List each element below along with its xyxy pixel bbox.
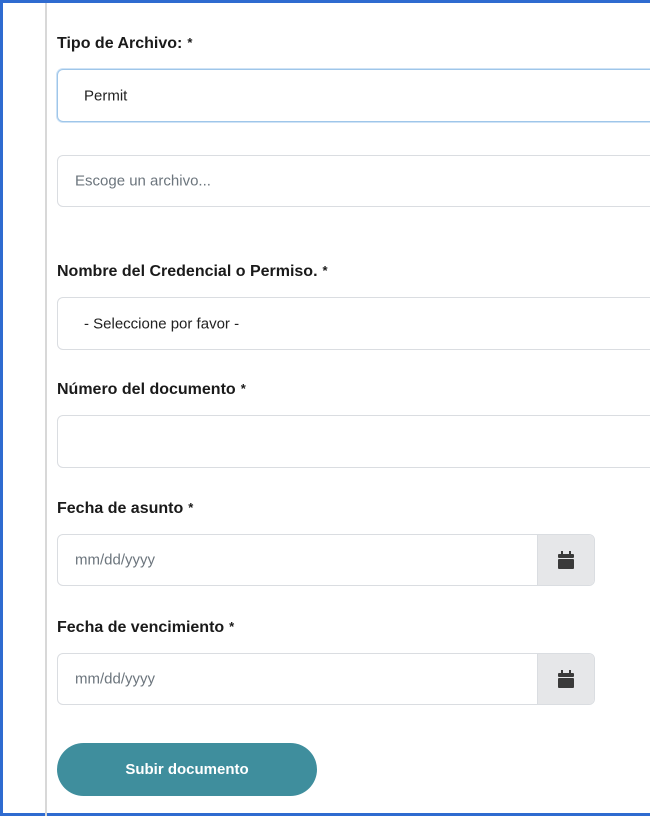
expiration-date-label: Fecha de vencimiento * (57, 619, 234, 637)
issue-date-input[interactable]: mm/dd/yyyy (58, 535, 537, 585)
calendar-icon (558, 670, 574, 688)
credential-name-label: Nombre del Credencial o Permiso. * (57, 263, 328, 281)
issue-date-placeholder: mm/dd/yyyy (75, 551, 156, 569)
required-mark: * (229, 619, 235, 634)
document-number-label-text: Número del documento (57, 381, 236, 398)
credential-name-selected: - Seleccione por favor - (84, 315, 240, 332)
calendar-icon (558, 551, 574, 569)
required-mark: * (188, 500, 194, 515)
expiration-date-field: mm/dd/yyyy (57, 653, 595, 705)
left-divider (45, 3, 47, 816)
issue-date-field: mm/dd/yyyy (57, 534, 595, 586)
issue-date-calendar-button[interactable] (537, 535, 594, 585)
file-type-select[interactable]: Permit (57, 69, 650, 122)
file-type-value: Permit (84, 87, 128, 104)
required-mark: * (322, 263, 328, 278)
expiration-date-input[interactable]: mm/dd/yyyy (58, 654, 537, 704)
expiration-date-label-text: Fecha de vencimiento (57, 619, 225, 636)
expiration-date-calendar-button[interactable] (537, 654, 594, 704)
credential-name-label-text: Nombre del Credencial o Permiso. (57, 263, 318, 280)
issue-date-label-text: Fecha de asunto (57, 500, 184, 517)
document-number-input[interactable] (57, 415, 650, 468)
document-number-label: Número del documento * (57, 381, 246, 399)
credential-name-select[interactable]: - Seleccione por favor - (57, 297, 650, 350)
file-type-label-text: Tipo de Archivo: (57, 35, 183, 52)
required-mark: * (240, 381, 246, 396)
file-picker-placeholder: Escoge un archivo... (75, 172, 211, 190)
file-picker-input[interactable]: Escoge un archivo... (57, 155, 650, 207)
submit-document-button[interactable]: Subir documento (57, 743, 317, 796)
expiration-date-placeholder: mm/dd/yyyy (75, 670, 156, 688)
file-type-label: Tipo de Archivo: * (57, 35, 192, 53)
required-mark: * (187, 35, 193, 50)
issue-date-label: Fecha de asunto * (57, 500, 193, 518)
